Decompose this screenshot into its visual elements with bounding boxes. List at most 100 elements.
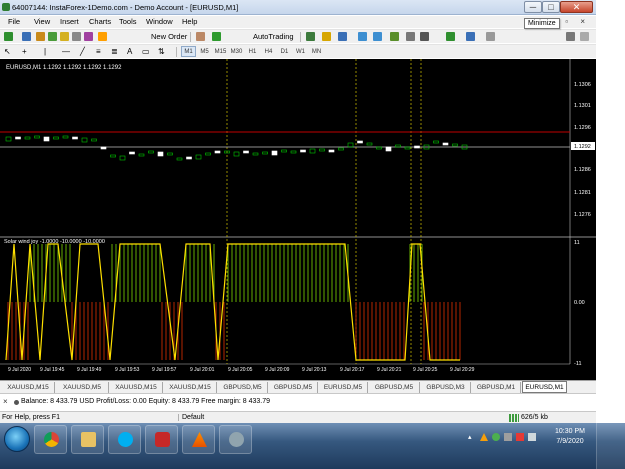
folder-icon[interactable] [36,32,45,41]
metaeditor-icon[interactable] [196,32,205,41]
standard-toolbar: New Order AutoTrading [0,29,596,43]
horizontal-line-icon[interactable]: — [62,47,70,56]
timeframe-w1[interactable]: W1 [293,46,308,57]
timeframe-m15[interactable]: M15 [213,46,228,57]
network-icon[interactable] [504,433,512,441]
window-titlebar[interactable]: 64007144: InstaForex-1Demo.com - Demo Ac… [0,0,596,15]
bar-chart-icon[interactable] [306,32,315,41]
show-desktop-button[interactable] [596,423,625,469]
taskbar-explorer[interactable] [71,425,104,454]
chart-tab[interactable]: XAUUSD,M15 [164,382,217,393]
volume-icon[interactable] [528,433,536,441]
tray-expand-icon[interactable]: ▴ [468,433,476,441]
chart-tab[interactable]: GBPUSD,M1 [472,382,521,393]
toolbar-separator [176,47,177,57]
menu-tools[interactable]: Tools [119,17,137,26]
text-tool-icon[interactable]: A [127,47,132,56]
help-hint: For Help, press F1 [2,414,60,421]
minimize-button[interactable]: ─ [524,1,542,13]
menu-file[interactable]: File [8,17,20,26]
chart-shift-icon[interactable] [406,32,415,41]
settings-icon[interactable] [566,32,575,41]
indicators-icon[interactable] [446,32,455,41]
navigator-icon[interactable] [60,32,69,41]
price-tick: 1.1306 [574,82,591,88]
fibonacci-icon[interactable]: ≣ [111,47,118,56]
zoom-in-icon[interactable] [358,32,367,41]
terminal-icon[interactable] [72,32,81,41]
candle [148,150,154,154]
taskbar-clock[interactable]: 10:30 PM 7/9/2020 [548,427,592,447]
arrows-icon[interactable]: ⇅ [158,47,165,56]
tile-windows-icon[interactable] [390,32,399,41]
profiles-icon[interactable] [22,32,31,41]
security-icon[interactable] [492,433,500,441]
candle [138,153,145,157]
menu-view[interactable]: View [34,17,50,26]
candle [15,136,21,140]
channel-icon[interactable]: ≡ [96,47,101,56]
line-chart-icon[interactable] [338,32,347,41]
trendline-icon[interactable]: ╱ [80,47,85,56]
connection-status-icon [509,414,519,422]
terminal-close-icon[interactable]: × [3,397,8,406]
taskbar-paint[interactable] [219,425,252,454]
timeframe-m1[interactable]: M1 [181,46,196,57]
new-order-button[interactable]: New Order [151,32,187,41]
chart-tab[interactable]: GBPUSD,M3 [421,382,471,393]
new-order-icon[interactable] [98,32,107,41]
candle [414,145,420,149]
timeframe-m30[interactable]: M30 [229,46,244,57]
candle [338,147,344,151]
taskbar-chrome[interactable] [34,425,67,454]
menu-charts[interactable]: Charts [89,17,111,26]
chart-tab[interactable]: XAUUSD,M15 [2,382,55,393]
candle [119,155,126,161]
timeframe-h1[interactable]: H1 [245,46,260,57]
close-button[interactable]: ✕ [560,1,593,13]
candle [442,142,449,146]
start-button[interactable] [4,426,30,452]
zoom-out-icon[interactable] [373,32,382,41]
chart-tab-active[interactable]: EURUSD,M1 [522,381,567,393]
flag-icon[interactable] [516,433,524,441]
warning-icon[interactable] [480,433,488,441]
candlestick-icon[interactable] [322,32,331,41]
chart-tab[interactable]: XAUUSD,M5 [56,382,109,393]
maximize-button[interactable]: □ [542,1,560,13]
strategy-tester-icon[interactable] [84,32,93,41]
minimize-tooltip: Minimize [524,18,560,29]
templates-icon[interactable] [486,32,495,41]
new-chart-icon[interactable] [4,32,13,41]
folder-icon [81,432,96,447]
crosshair-icon[interactable]: + [22,47,27,56]
periods-icon[interactable] [466,32,475,41]
chart-tab[interactable]: GBPUSD,M5 [369,382,420,393]
chart-tab[interactable]: XAUUSD,M15 [110,382,163,393]
vertical-line-icon[interactable]: | [44,47,46,56]
cursor-icon[interactable]: ↖ [4,47,11,56]
taskbar-skype[interactable] [108,425,141,454]
candle [100,146,107,150]
taskbar-app[interactable] [145,425,178,454]
timeframe-h4[interactable]: H4 [261,46,276,57]
chart-tab[interactable]: EURUSD,M5 [319,382,368,393]
timeframe-m5[interactable]: M5 [197,46,212,57]
timeframe-mn[interactable]: MN [309,46,324,57]
price-chart[interactable]: EURUSD,M1 1.1292 1.1292 1.1292 1.1292 So… [0,59,596,380]
app-icon [2,3,10,11]
autotrading-icon[interactable] [212,32,221,41]
taskbar-vlc[interactable] [182,425,215,454]
chart-tab[interactable]: GBPUSD,M5 [218,382,268,393]
label-tool-icon[interactable]: ▭ [142,47,150,56]
help-icon[interactable] [580,32,589,41]
menu-help[interactable]: Help [182,17,197,26]
auto-scroll-icon[interactable] [420,32,429,41]
timeframe-d1[interactable]: D1 [277,46,292,57]
menu-window[interactable]: Window [146,17,173,26]
autotrading-button[interactable]: AutoTrading [253,32,294,41]
chart-window[interactable]: EURUSD,M1 1.1292 1.1292 1.1292 1.1292 So… [0,59,596,380]
market-watch-icon[interactable] [48,32,57,41]
menu-insert[interactable]: Insert [60,17,79,26]
chart-tab[interactable]: GBPUSD,M5 [269,382,318,393]
